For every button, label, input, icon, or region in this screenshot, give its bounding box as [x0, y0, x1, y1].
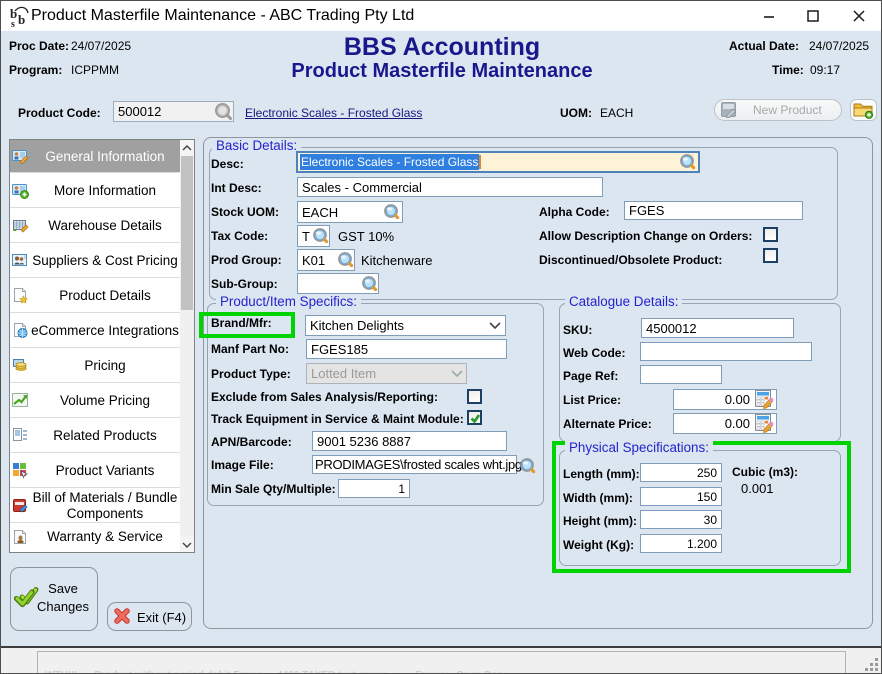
svg-text:b: b [18, 12, 25, 27]
svg-text:s: s [11, 19, 15, 29]
